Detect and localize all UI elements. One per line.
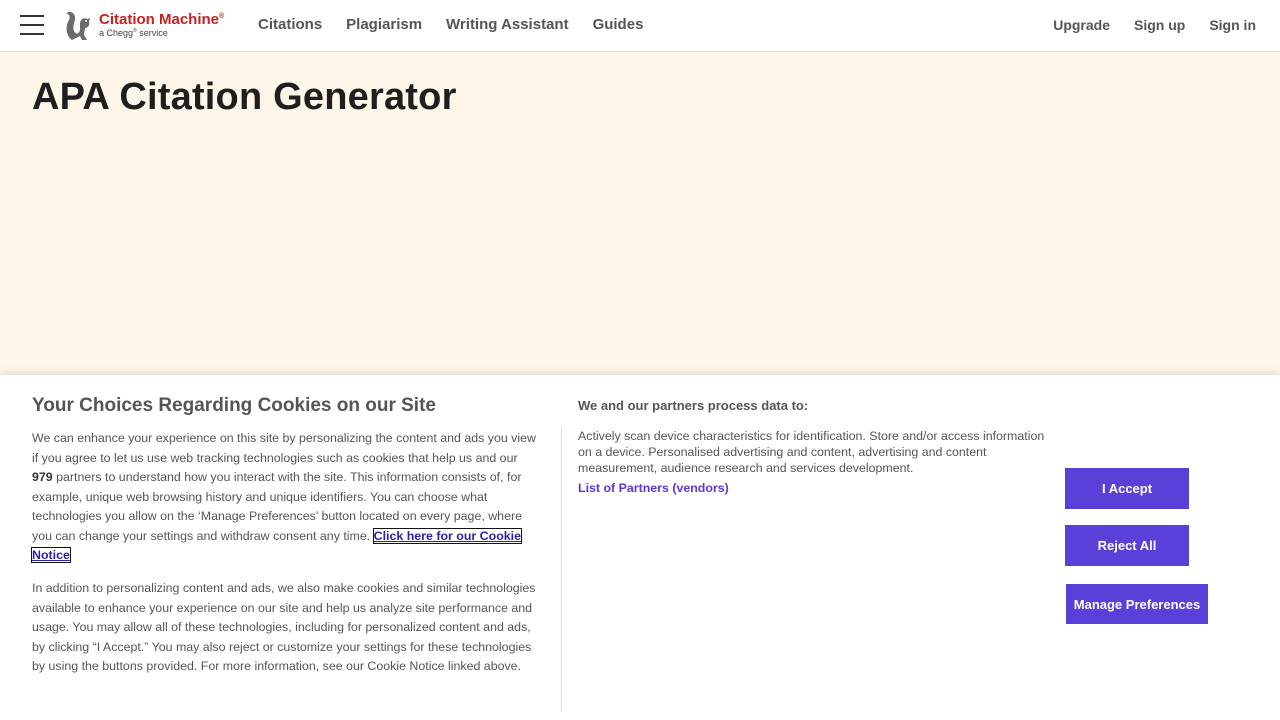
reject-all-button[interactable]: Reject All <box>1065 525 1189 566</box>
cookie-banner-title: Your Choices Regarding Cookies on our Si… <box>32 395 436 416</box>
cookie-description: We can enhance your experience on this s… <box>31 431 536 563</box>
top-navigation-bar: Citation Machine® a Chegg® service Citat… <box>0 0 1280 52</box>
accept-button[interactable]: I Accept <box>1065 468 1189 509</box>
nav-citations[interactable]: Citations <box>258 16 322 33</box>
partners-purposes: Actively scan device characteristics for… <box>578 429 1045 475</box>
cookie-description-2: In addition to personalizing content and… <box>32 581 536 673</box>
manage-preferences-button[interactable]: Manage Preferences <box>1066 584 1208 624</box>
cookie-consent-banner: Your Choices Regarding Cookies on our Si… <box>0 375 1280 720</box>
main-nav: Citations Plagiarism Writing Assistant G… <box>258 16 643 33</box>
vendors-list-link[interactable]: List of Partners (vendors) <box>578 481 729 495</box>
page-title: APA Citation Generator <box>32 76 457 118</box>
upgrade-link[interactable]: Upgrade <box>1053 17 1110 33</box>
sign-in-link[interactable]: Sign in <box>1209 17 1256 33</box>
citation-machine-logo[interactable]: Citation Machine® a Chegg® service <box>64 10 236 42</box>
logo-title: Citation Machine® <box>99 11 225 28</box>
hamburger-icon[interactable] <box>20 14 44 36</box>
sign-up-link[interactable]: Sign up <box>1134 17 1185 33</box>
nav-plagiarism[interactable]: Plagiarism <box>346 16 422 33</box>
squirrel-icon <box>66 11 90 40</box>
partner-count: 979 <box>32 470 53 484</box>
nav-guides[interactable]: Guides <box>593 16 644 33</box>
logo-subtitle: a Chegg® service <box>99 28 168 38</box>
banner-divider <box>561 429 562 711</box>
nav-writing-assistant[interactable]: Writing Assistant <box>446 16 569 33</box>
partners-heading: We and our partners process data to: <box>578 398 809 413</box>
account-nav: Upgrade Sign up Sign in <box>1053 17 1256 33</box>
